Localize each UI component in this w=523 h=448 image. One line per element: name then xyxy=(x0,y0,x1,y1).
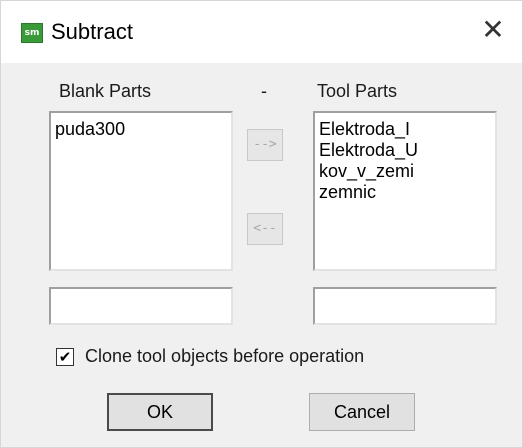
blank-parts-label: Blank Parts xyxy=(59,81,152,101)
move-right-button[interactable]: --> xyxy=(247,129,283,161)
blank-parts-list[interactable]: puda300 xyxy=(49,111,233,271)
list-item[interactable]: kov_v_zemi xyxy=(315,161,495,182)
clone-tool-objects-checkbox[interactable]: ✔ xyxy=(56,348,74,366)
separator-label: - xyxy=(261,81,267,101)
checkmark-icon: ✔ xyxy=(58,348,72,366)
app-logo-icon: sm xyxy=(21,23,43,43)
list-item[interactable]: Elektroda_U xyxy=(315,140,495,161)
clone-tool-objects-label[interactable]: Clone tool objects before operation xyxy=(85,346,364,367)
title-bar: sm Subtract ✕ xyxy=(1,1,522,63)
dialog-title: Subtract xyxy=(51,19,133,44)
tool-parts-label: Tool Parts xyxy=(317,81,398,101)
ok-button[interactable]: OK xyxy=(107,393,213,431)
tool-part-input[interactable] xyxy=(313,287,497,325)
blank-part-input[interactable] xyxy=(49,287,233,325)
list-item[interactable]: zemnic xyxy=(315,182,495,203)
subtract-dialog: sm Subtract ✕ Blank Parts - Tool Parts p… xyxy=(0,0,523,448)
list-item[interactable]: Elektroda_I xyxy=(315,113,495,140)
cancel-button[interactable]: Cancel xyxy=(309,393,415,431)
close-icon[interactable]: ✕ xyxy=(476,13,510,47)
tool-parts-list[interactable]: Elektroda_I Elektroda_U kov_v_zemi zemni… xyxy=(313,111,497,271)
move-left-button[interactable]: <-- xyxy=(247,213,283,245)
list-item[interactable]: puda300 xyxy=(51,113,231,140)
